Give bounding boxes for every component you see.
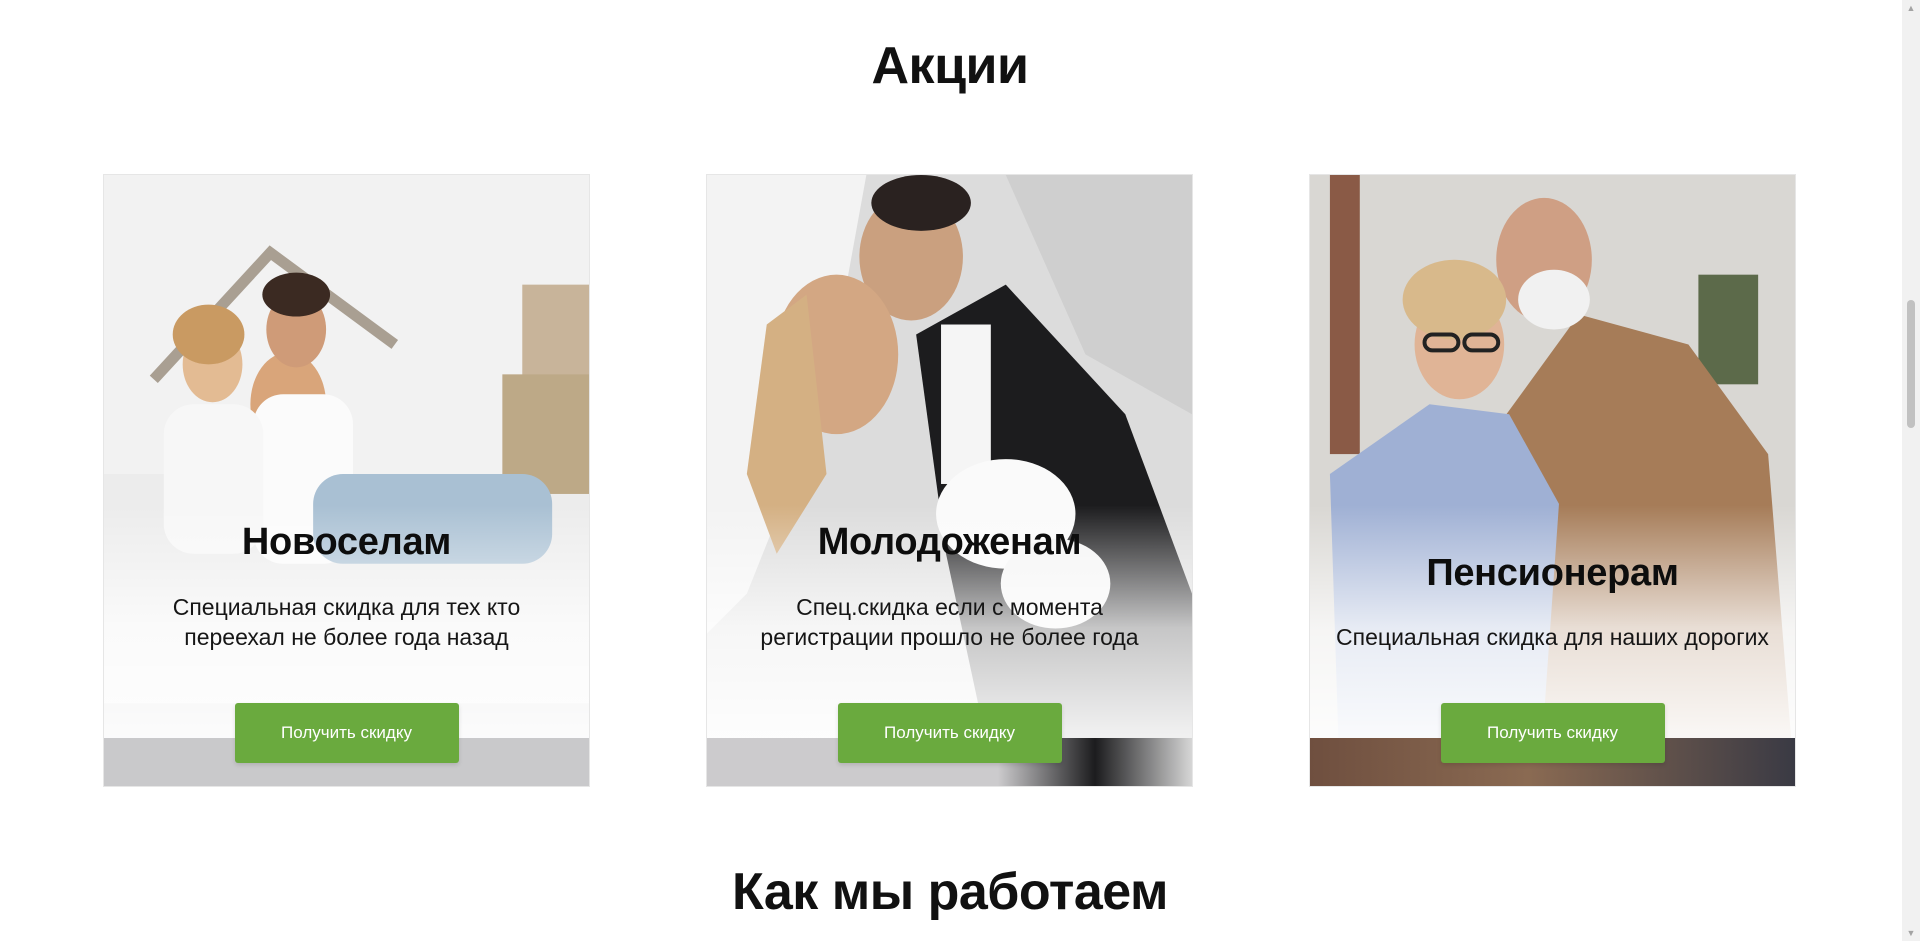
promotions-title: Акции	[871, 37, 1029, 95]
promo-card-housewarming: Новоселам Специальная скидка для тех кто…	[103, 174, 590, 787]
get-discount-button[interactable]: Получить скидку	[1440, 703, 1665, 763]
page: Акции Новоселам Специальная скидка для т…	[0, 0, 1902, 941]
triangle-down-icon[interactable]: ▼	[1902, 925, 1920, 941]
scrollbar-thumb[interactable]	[1907, 300, 1915, 428]
card-title: Новоселам	[241, 521, 452, 563]
card-description: Специальная скидка для тех кто переехал …	[172, 594, 521, 650]
get-discount-button[interactable]: Получить скидку	[837, 703, 1062, 763]
promo-card-newlyweds: Молодоженам Спец.скидка если с момента р…	[706, 174, 1193, 787]
card-title: Пенсионерам	[1426, 552, 1679, 594]
card-title: Молодоженам	[817, 521, 1082, 563]
get-discount-button[interactable]: Получить скидку	[234, 703, 459, 763]
card-description: Специальная скидка для наших дорогих	[1336, 624, 1769, 650]
promo-card-pensioners: Пенсионерам Специальная скидка для наших…	[1309, 174, 1796, 787]
page-scrollbar[interactable]: ▲ ▼	[1902, 0, 1920, 941]
triangle-up-icon[interactable]: ▲	[1902, 0, 1920, 16]
how-we-work-title: Как мы работаем	[732, 863, 1168, 921]
card-description: Спец.скидка если с момента регистрации п…	[760, 594, 1139, 650]
